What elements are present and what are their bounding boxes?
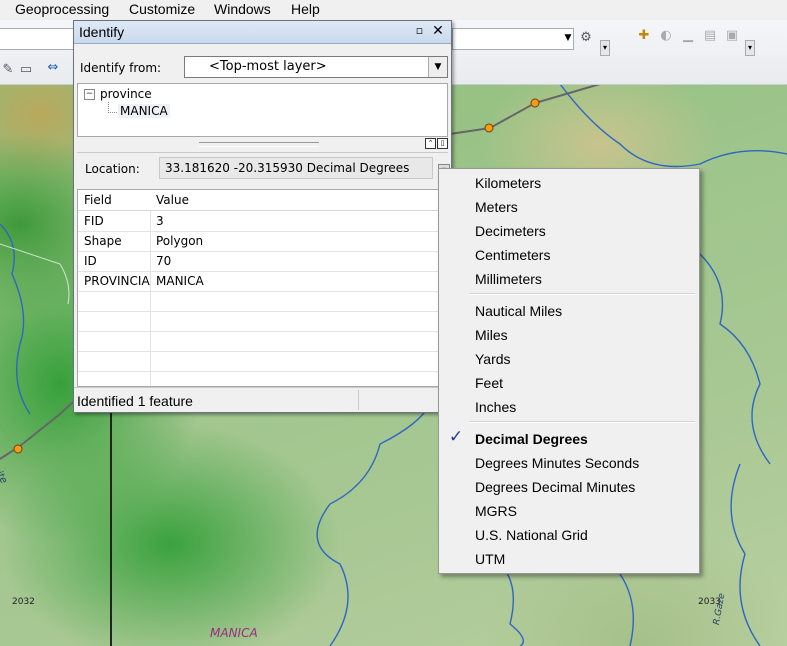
menu-item-mgrs[interactable]: MGRS — [475, 503, 517, 519]
tree-layer-node[interactable]: province — [100, 87, 152, 101]
menu-item-centimeters[interactable]: Centimeters — [475, 247, 550, 263]
value-cell: Polygon — [156, 234, 204, 248]
menu-item-miles[interactable]: Miles — [475, 327, 508, 343]
table-row[interactable]: FID 3 — [78, 211, 440, 232]
identify-window: Identify ▫ ✕ Identify from: <Top-most la… — [73, 20, 452, 413]
restore-icon[interactable]: ▫ — [414, 25, 425, 36]
value-cell: 3 — [156, 214, 164, 228]
collapse-up-icon[interactable]: ⌃ — [425, 138, 436, 149]
graph-icon[interactable]: ▁ — [680, 28, 696, 44]
menu-item-feet[interactable]: Feet — [475, 375, 503, 391]
location-value: 33.181620 -20.315930 Decimal Degrees — [165, 161, 410, 175]
grid-label-left: 2032 — [12, 597, 35, 607]
menu-item-decimal-degrees[interactable]: Decimal Degrees — [475, 431, 588, 447]
menu-separator — [469, 293, 695, 295]
close-icon[interactable]: ✕ — [431, 23, 445, 39]
town-marker — [530, 98, 540, 108]
table-row[interactable]: Shape Polygon — [78, 231, 440, 252]
river — [316, 503, 349, 646]
identify-titlebar[interactable]: Identify ▫ ✕ — [74, 21, 451, 44]
value-cell: MANICA — [156, 274, 204, 288]
menu-windows[interactable]: Windows — [214, 1, 271, 17]
river — [699, 253, 771, 465]
pan-icon[interactable]: ◐ — [658, 28, 674, 44]
river — [619, 573, 635, 646]
location-label: Location: — [85, 162, 140, 176]
menu-item-usng[interactable]: U.S. National Grid — [475, 527, 588, 543]
measure-icon[interactable]: ⇔ — [45, 60, 61, 76]
river — [559, 84, 787, 168]
town-marker — [13, 444, 23, 454]
checkmark-icon: ✓ — [448, 427, 464, 447]
status-text: Identified 1 feature — [77, 393, 193, 409]
collapse-icon[interactable]: − — [84, 89, 95, 100]
results-tree: − province MANICA — [77, 83, 448, 137]
toolbar-input[interactable] — [0, 28, 77, 50]
tool-icon[interactable]: ▣ — [724, 28, 740, 44]
identify-from-value: <Top-most layer> — [209, 59, 327, 74]
menu-separator — [469, 421, 695, 423]
panel-splitter[interactable] — [199, 142, 319, 147]
tree-connector — [108, 102, 117, 113]
chevron-down-icon[interactable]: ▼ — [560, 30, 576, 46]
river — [730, 463, 761, 646]
table-row-empty — [78, 351, 440, 372]
attributes-table: Field Value FID 3 Shape Polygon ID 70 PR… — [77, 189, 441, 387]
menu-item-yards[interactable]: Yards — [475, 351, 511, 367]
toolbar-overflow[interactable]: ▾ — [600, 40, 610, 56]
menu-item-nautical-miles[interactable]: Nautical Miles — [475, 303, 562, 319]
location-field: 33.181620 -20.315930 Decimal Degrees — [159, 157, 433, 179]
comment-icon[interactable]: ▭ — [18, 62, 34, 78]
toolbar-overflow[interactable]: ▾ — [745, 40, 755, 56]
identify-from-label: Identify from: — [80, 61, 162, 75]
field-cell: PROVINCIA — [84, 274, 150, 288]
field-cell: FID — [84, 214, 104, 228]
table-row[interactable]: PROVINCIA MANICA — [78, 271, 440, 292]
menu-customize[interactable]: Customize — [129, 1, 195, 17]
town-marker — [484, 123, 494, 133]
column-header-value[interactable]: Value — [156, 193, 189, 207]
menu-item-meters[interactable]: Meters — [475, 199, 518, 215]
table-header: Field Value — [78, 190, 440, 211]
menu-item-inches[interactable]: Inches — [475, 399, 516, 415]
river — [499, 563, 524, 646]
menu-item-decimeters[interactable]: Decimeters — [475, 223, 546, 239]
edit-icon[interactable]: ✎ — [0, 62, 16, 78]
menu-item-kilometers[interactable]: Kilometers — [475, 175, 541, 191]
road-left — [0, 401, 74, 460]
road-top — [449, 84, 601, 135]
menu-bar: Geoprocessing Customize Windows Help — [0, 0, 787, 20]
scale-combo[interactable] — [452, 28, 574, 50]
identify-from-select[interactable]: <Top-most layer> ▼ — [184, 56, 448, 78]
status-bar: Identified 1 feature — [74, 387, 451, 412]
table-row-empty — [78, 331, 440, 352]
field-cell: ID — [84, 254, 97, 268]
province-label: MANICA — [210, 626, 258, 640]
settings-icon[interactable]: ⚙ — [578, 30, 594, 46]
tree-feature-node[interactable]: MANICA — [118, 104, 170, 118]
district-boundary — [0, 243, 70, 305]
menu-item-dms[interactable]: Degrees Minutes Seconds — [475, 455, 639, 471]
value-cell: 70 — [156, 254, 172, 268]
table-row[interactable]: ID 70 — [78, 251, 440, 272]
menu-item-ddm[interactable]: Degrees Decimal Minutes — [475, 479, 635, 495]
menu-item-millimeters[interactable]: Millimeters — [475, 271, 542, 287]
add-data-icon[interactable]: ✚ — [636, 28, 652, 44]
layer-icon[interactable]: ▤ — [702, 28, 718, 44]
table-row-empty — [78, 311, 440, 332]
layout-toggle-icon[interactable]: ▯ — [437, 138, 448, 149]
window-title: Identify — [79, 24, 125, 40]
menu-item-utm[interactable]: UTM — [475, 551, 505, 567]
status-divider — [358, 390, 359, 410]
units-context-menu: Kilometers Meters Decimeters Centimeters… — [438, 168, 700, 574]
menu-geoprocessing[interactable]: Geoprocessing — [15, 1, 109, 17]
field-cell: Shape — [84, 234, 122, 248]
table-row-empty — [78, 291, 440, 312]
chevron-down-icon[interactable]: ▼ — [428, 57, 447, 77]
column-header-field[interactable]: Field — [84, 193, 112, 207]
menu-help[interactable]: Help — [291, 1, 320, 17]
location-panel: Location: 33.181620 -20.315930 Decimal D… — [77, 152, 450, 183]
